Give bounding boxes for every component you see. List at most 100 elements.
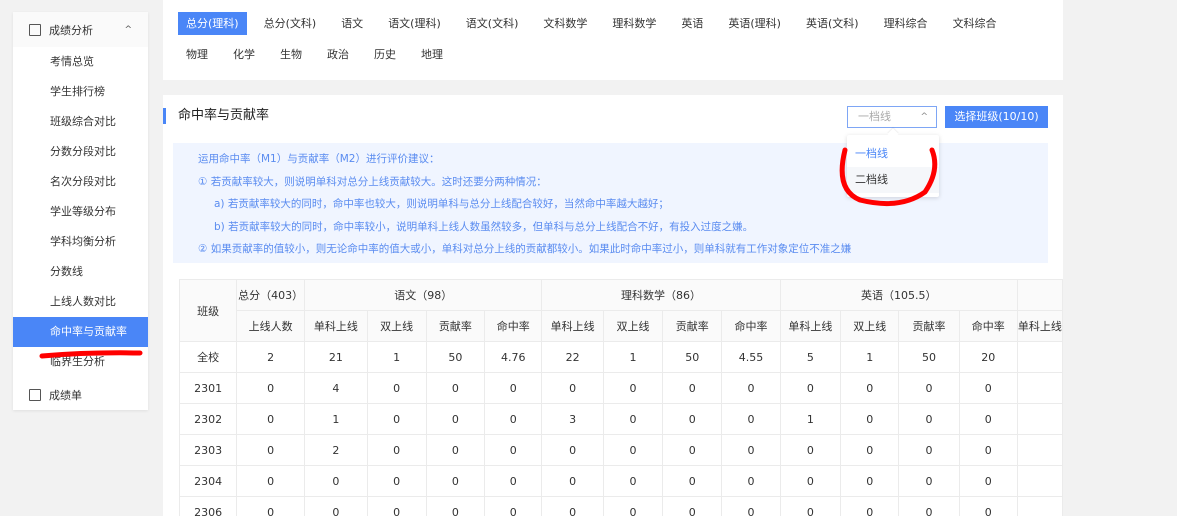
table-cell: 0 [366,372,427,404]
hit-rate-table: 班级 总分（403） 语文（98） 理科数学（86） 英语（105.5） 上线人数 单科上线… [178,279,1063,516]
table-cell: 0 [662,496,723,516]
subject-tab[interactable]: 地理 [413,43,451,66]
subject-tab[interactable]: 历史 [366,43,404,66]
header-col: 贡献率 [898,310,960,342]
subject-tab[interactable]: 英语(理科) [720,12,789,35]
table-cell: 20 [958,341,1018,373]
table-cell: 2301 [178,372,238,404]
table-cell: 0 [236,403,306,435]
table-cell: 0 [779,496,842,516]
table-cell: 0 [662,434,723,466]
sidebar-item[interactable]: 考情总览 [13,47,148,77]
table-cell: 0 [721,496,781,516]
sidebar-item[interactable]: 学科均衡分析 [13,227,148,257]
table-cell: 2303 [178,434,238,466]
subject-tab[interactable]: 理科数学 [604,12,664,35]
header-col: 单科上线 [304,310,368,342]
sidebar-group-score-analysis[interactable]: 成绩分析 ^ [13,12,148,47]
sidebar-item[interactable]: 学生排行榜 [13,77,148,107]
header-group: 理科数学（86） [541,279,781,311]
subject-tab[interactable]: 文科数学 [535,12,595,35]
table-cell: 50 [662,341,723,373]
subject-tab[interactable]: 化学 [225,43,263,66]
table-cell: 0 [236,372,306,404]
line-level-select[interactable]: 一档线 ^ [847,106,937,128]
table-cell: 4.55 [721,341,781,373]
table-cell: 1 [304,403,368,435]
header-col: 贡献率 [425,310,486,342]
subject-tab[interactable]: 物理 [178,43,216,66]
table-cell: 4 [304,372,368,404]
subject-tab[interactable]: 语文(理科) [380,12,449,35]
table-cell: 0 [366,434,427,466]
table-cell: 2306 [178,496,238,516]
table-cell: 0 [779,465,842,497]
table-cell: 0 [541,496,604,516]
header-col: 命中率 [721,310,781,342]
table-row: 全校 2 21 1 50 4.76 22 1 50 4.55 5 1 50 20 [178,341,1063,373]
table-cell: 0 [425,496,486,516]
subject-tab[interactable]: 文科综合 [945,12,1005,35]
table-cell: 0 [840,496,900,516]
line-level-dropdown: 一档线 二档线 [847,135,939,197]
header-col: 双上线 [840,310,900,342]
subject-tab[interactable]: 理科综合 [876,12,936,35]
header-class: 班级 [178,279,238,342]
table-cell: 5 [779,341,842,373]
table-row: 2304 0 0 0 0 0 0 0 0 0 0 0 0 0 [178,465,1063,497]
table-cell: 0 [840,372,900,404]
table-cell: 0 [236,465,306,497]
header-col: 双上线 [366,310,427,342]
sidebar-item[interactable]: 命中率与贡献率 [13,317,148,347]
table-cell: 4.76 [484,341,543,373]
table-cell: 0 [541,434,604,466]
table-cell: 50 [898,341,960,373]
table-cell: 0 [721,465,781,497]
sidebar-item[interactable]: 临界生分析 [13,347,148,377]
table-cell: 0 [366,465,427,497]
chevron-up-icon: ^ [920,112,928,122]
header-group: 英语（105.5） [779,279,1018,311]
table-cell [1016,372,1063,404]
table-cell: 50 [425,341,486,373]
table-cell [1016,496,1063,516]
sidebar-item[interactable]: 名次分段对比 [13,167,148,197]
chevron-up-icon: ^ [124,24,132,35]
sidebar-item[interactable]: 分数线 [13,257,148,287]
subject-tab[interactable]: 英语 [673,12,711,35]
table-cell: 1 [779,403,842,435]
table-row: 2302 0 1 0 0 0 3 0 0 0 1 0 0 0 [178,403,1063,435]
table-cell: 0 [484,434,543,466]
subject-tab[interactable]: 英语(文科) [798,12,867,35]
table-cell: 3 [541,403,604,435]
chart-icon [29,23,41,36]
table-cell: 0 [236,496,306,516]
sidebar-item[interactable]: 班级综合对比 [13,107,148,137]
subject-tab[interactable]: 语文(文科) [458,12,527,35]
table-cell: 0 [898,465,960,497]
subject-tab[interactable]: 生物 [272,43,310,66]
table-row: 2303 0 2 0 0 0 0 0 0 0 0 0 0 0 [178,434,1063,466]
table-cell: 0 [662,465,723,497]
section-title: 命中率与贡献率 [163,108,269,124]
sidebar-item[interactable]: 上线人数对比 [13,287,148,317]
option-line-1[interactable]: 一档线 [847,141,939,167]
select-class-button[interactable]: 选择班级(10/10) [945,106,1048,128]
table-cell: 0 [304,465,368,497]
sidebar-item-report-card[interactable]: 成绩单 [13,377,148,412]
subject-tab[interactable]: 总分(文科) [256,12,325,35]
table-cell [1016,341,1063,373]
table-row: 2301 0 4 0 0 0 0 0 0 0 0 0 0 0 [178,372,1063,404]
subject-tab[interactable]: 总分(理科) [178,12,247,35]
table-cell: 2304 [178,465,238,497]
sidebar-item[interactable]: 学业等级分布 [13,197,148,227]
header-col: 单科上线 [779,310,842,342]
sidebar-item[interactable]: 分数分段对比 [13,137,148,167]
option-line-2[interactable]: 二档线 [847,167,939,193]
table-cell: 0 [484,403,543,435]
subject-tab[interactable]: 语文 [333,12,371,35]
table-cell: 0 [721,403,781,435]
table-cell: 0 [721,372,781,404]
header-group [1016,279,1063,311]
subject-tab[interactable]: 政治 [319,43,357,66]
